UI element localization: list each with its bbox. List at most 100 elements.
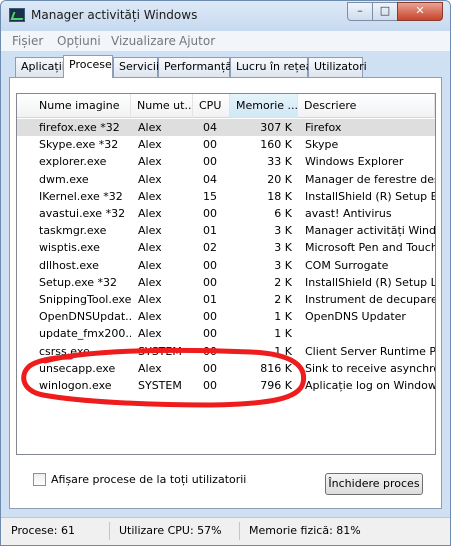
- process-cpu: 00: [203, 275, 217, 289]
- process-image-name: taskmgr.exe: [39, 224, 107, 238]
- process-user-name: Alex: [138, 258, 162, 272]
- process-description: OpenDNS Updater: [305, 310, 406, 324]
- process-row[interactable]: dllhost.exe Alex 00 3 K COM Surrogate: [17, 257, 435, 274]
- process-user-name: Alex: [138, 293, 162, 306]
- process-cpu: 01: [203, 293, 217, 306]
- process-row[interactable]: taskmgr.exe Alex 01 3 K Manager activități W…: [17, 222, 435, 239]
- tab-users[interactable]: Utilizatori: [308, 57, 367, 77]
- process-description: Client Server Runtime Pr: [305, 344, 436, 358]
- column-user-name[interactable]: Nume ut...: [131, 94, 193, 118]
- maximize-button[interactable]: □: [372, 2, 398, 21]
- process-user-name: Alex: [138, 207, 162, 220]
- process-image-name: explorer.exe: [39, 155, 107, 169]
- process-cpu: 01: [203, 224, 217, 238]
- process-user-name: Alex: [138, 275, 162, 289]
- process-cpu: 04: [203, 121, 217, 134]
- column-description[interactable]: Descriere: [298, 94, 435, 118]
- process-memory: 1 K: [274, 327, 292, 341]
- process-row[interactable]: update_fmx200... Alex 00 1 K: [17, 325, 435, 342]
- process-description: [305, 325, 435, 342]
- title-bar[interactable]: Manager activități Windows – □ ✕: [1, 1, 450, 31]
- process-user-name: Alex: [138, 327, 162, 341]
- process-user-name: Alex: [138, 310, 162, 324]
- process-image-name: SnippingTool.exe: [39, 293, 131, 306]
- process-description: Sink to receive asynchro: [305, 361, 436, 375]
- tab-networking[interactable]: Lucru în rețea: [230, 57, 312, 77]
- process-user-name: Alex: [138, 241, 162, 255]
- minimize-button[interactable]: –: [347, 2, 373, 21]
- close-button[interactable]: ✕: [397, 2, 443, 21]
- process-memory: 160 K: [260, 138, 292, 152]
- show-all-processes-label: Afișare procese de la toți utilizatorii: [51, 473, 247, 486]
- process-image-name: winlogon.exe: [39, 379, 112, 392]
- status-separator: [239, 522, 240, 540]
- tab-applications[interactable]: Aplicații: [15, 57, 65, 77]
- process-memory: 20 K: [267, 172, 292, 186]
- column-memory[interactable]: Memorie ...: [230, 94, 298, 118]
- process-row[interactable]: wisptis.exe Alex 02 3 K Microsoft Pen and To…: [17, 239, 435, 256]
- process-user-name: Alex: [138, 189, 162, 203]
- menu-file[interactable]: Fișier: [12, 34, 43, 48]
- process-memory: 816 K: [260, 361, 292, 375]
- menu-view[interactable]: Vizualizare: [111, 34, 176, 48]
- status-cpu-usage: Utilizare CPU: 57%: [119, 524, 222, 537]
- column-cpu[interactable]: CPU: [193, 94, 230, 118]
- process-list[interactable]: Nume imagine Nume ut... CPU Memorie ... …: [16, 93, 436, 455]
- tab-performance[interactable]: Performanță: [158, 57, 232, 77]
- status-separator: [109, 522, 110, 540]
- process-user-name: Alex: [138, 138, 162, 152]
- process-description: Firefox: [305, 121, 342, 134]
- tab-processes[interactable]: Procese: [63, 55, 113, 78]
- process-description: Skype: [305, 138, 339, 152]
- process-image-name: Setup.exe *32: [39, 275, 118, 289]
- process-row[interactable]: IKernel.exe *32 Alex 15 18 K InstallShield (…: [17, 188, 435, 205]
- process-user-name: Alex: [138, 224, 162, 238]
- process-image-name: Skype.exe *32: [39, 138, 119, 152]
- process-user-name: Alex: [138, 361, 162, 375]
- process-row[interactable]: explorer.exe Alex 00 33 K Windows Explorer: [17, 153, 435, 170]
- end-process-button[interactable]: Închidere proces: [325, 473, 423, 495]
- process-image-name: wisptis.exe: [39, 241, 100, 255]
- process-row[interactable]: OpenDNSUpdat... Alex 00 1 K OpenDNS Updater: [17, 308, 435, 325]
- show-all-processes-checkbox[interactable]: [33, 473, 46, 486]
- status-bar: Procese: 61 Utilizare CPU: 57% Memorie f…: [1, 517, 450, 545]
- process-image-name: IKernel.exe *32: [39, 189, 123, 203]
- process-cpu: 02: [203, 241, 217, 255]
- process-description: Instrument de decupare: [305, 293, 436, 306]
- process-row[interactable]: dwm.exe Alex 04 20 K Manager de ferestre des: [17, 171, 435, 188]
- process-row[interactable]: unsecapp.exe Alex 00 816 K Sink to receive a…: [17, 360, 435, 377]
- process-memory: 3 K: [274, 224, 292, 238]
- column-header-row: Nume imagine Nume ut... CPU Memorie ... …: [17, 94, 435, 118]
- process-row[interactable]: winlogon.exe SYSTEM 00 796 K Aplicație log o…: [17, 377, 435, 394]
- process-row[interactable]: SnippingTool.exe Alex 01 2 K Instrument de d…: [17, 291, 435, 308]
- process-row[interactable]: firefox.exe *32 Alex 04 307 K Firefox: [17, 119, 435, 136]
- process-user-name: Alex: [138, 155, 162, 169]
- process-image-name: firefox.exe *32: [39, 121, 120, 134]
- process-memory: 18 K: [267, 189, 292, 203]
- process-row[interactable]: avastui.exe *32 Alex 00 6 K avast! Antivirus: [17, 205, 435, 222]
- process-row[interactable]: Skype.exe *32 Alex 00 160 K Skype: [17, 136, 435, 153]
- process-user-name: Alex: [138, 121, 162, 134]
- process-row[interactable]: csrss.exe SYSTEM 00 1 K Client Server Runtim…: [17, 343, 435, 360]
- process-image-name: update_fmx200...: [39, 327, 131, 341]
- process-image-name: dllhost.exe: [39, 258, 99, 272]
- process-cpu: 00: [203, 344, 217, 358]
- process-description: Aplicație log on Windows: [305, 379, 436, 392]
- process-cpu: 00: [203, 310, 217, 324]
- menu-help[interactable]: Ajutor: [179, 34, 215, 48]
- tab-services[interactable]: Servicii: [113, 57, 159, 77]
- column-image-name[interactable]: Nume imagine: [33, 94, 131, 118]
- process-cpu: 00: [203, 207, 217, 220]
- process-memory: 3 K: [274, 258, 292, 272]
- process-cpu: 00: [203, 327, 217, 341]
- task-manager-window: Manager activități Windows – □ ✕ Fișier …: [0, 0, 451, 546]
- process-image-name: OpenDNSUpdat...: [39, 310, 131, 324]
- process-user-name: SYSTEM: [138, 344, 182, 358]
- process-memory: 2 K: [274, 275, 292, 289]
- menu-options[interactable]: Opțiuni: [57, 34, 101, 48]
- process-memory: 3 K: [274, 241, 292, 255]
- process-cpu: 15: [203, 189, 217, 203]
- process-image-name: dwm.exe: [39, 172, 89, 186]
- process-row[interactable]: Setup.exe *32 Alex 00 2 K InstallShield (R) …: [17, 274, 435, 291]
- process-description: Manager de ferestre des: [305, 172, 436, 186]
